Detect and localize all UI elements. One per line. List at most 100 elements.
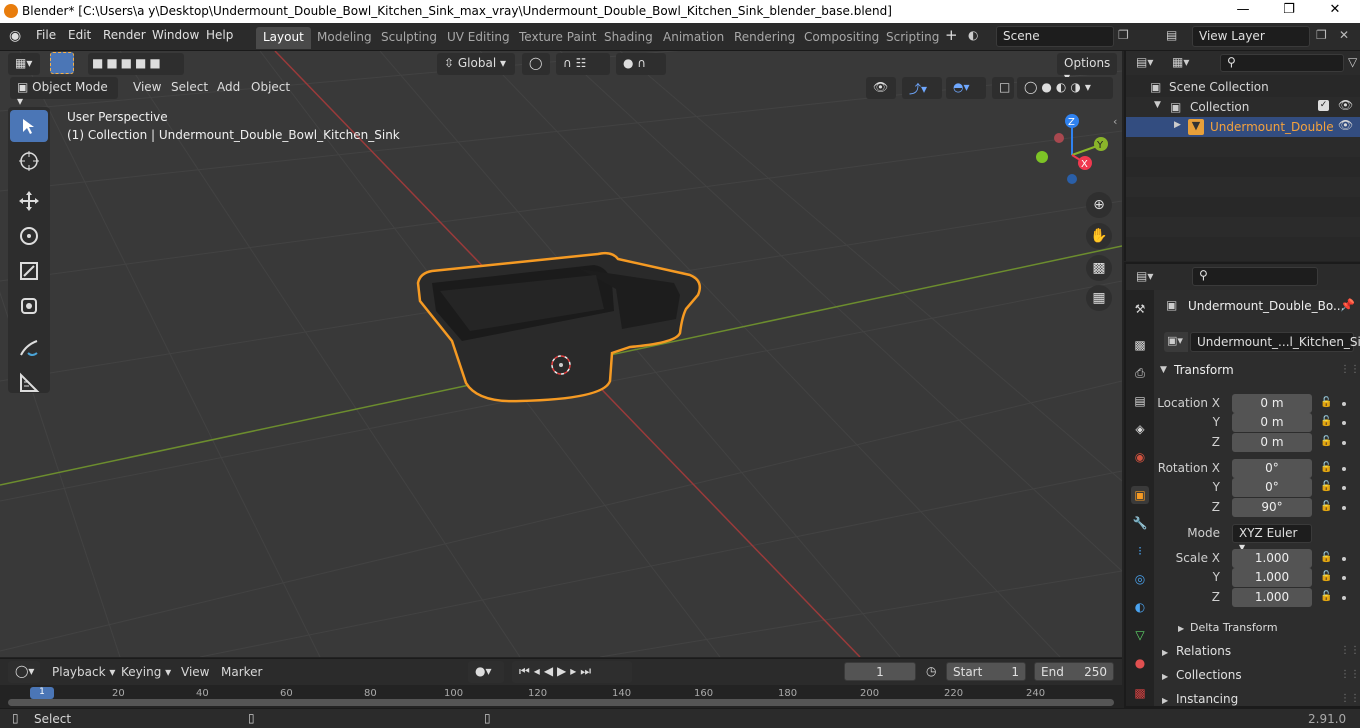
output-tab-icon[interactable]: ⎙ (1131, 364, 1149, 382)
transform-chevron-down-icon[interactable]: ▼ (1160, 365, 1167, 375)
viewport-menu-add[interactable]: Add (210, 77, 247, 99)
chevron-down-icon[interactable]: ▼ (1154, 100, 1161, 110)
frame-indicator[interactable]: 1 (30, 687, 54, 699)
remove-view-layer-icon[interactable]: ✕ (1339, 28, 1349, 42)
view-layer-field[interactable]: View Layer (1192, 26, 1310, 47)
keyframe-dot-icon[interactable] (1342, 421, 1346, 425)
drag-handle-icon[interactable]: ⋮⋮ (1340, 645, 1360, 656)
rotate-tool-icon[interactable] (10, 220, 48, 252)
view-layer-icon[interactable]: ▤ (1166, 28, 1177, 42)
keyframe-dot-icon[interactable] (1342, 402, 1346, 406)
clock-icon[interactable]: ◷ (926, 664, 936, 678)
viewport-menu-select[interactable]: Select (164, 77, 215, 99)
object-tab-icon[interactable]: ▣ (1131, 486, 1149, 504)
sidebar-toggle-icon[interactable]: ‹ (1113, 115, 1117, 128)
world-tab-icon[interactable]: ◉ (1131, 448, 1149, 466)
chevron-right-icon[interactable]: ▶ (1162, 672, 1168, 681)
outliner-editor-icon[interactable]: ▤▾ (1136, 55, 1153, 69)
delta-transform-header[interactable]: Delta Transform (1190, 621, 1278, 634)
lock-icon[interactable]: 🔓 (1320, 436, 1332, 447)
add-workspace-icon[interactable]: + (945, 26, 958, 44)
outliner-row-object[interactable]: ▶ ▼ Undermount_Double 👁 (1126, 117, 1360, 137)
outliner-search-input[interactable]: ⚲ (1220, 54, 1344, 72)
render-tab-icon[interactable]: ▩ (1131, 336, 1149, 354)
menu-help[interactable]: Help (206, 28, 233, 42)
keyframe-dot-icon[interactable] (1342, 596, 1346, 600)
current-frame-field[interactable]: 1 (844, 662, 916, 681)
pan-hand-icon[interactable]: ✋ (1086, 223, 1112, 249)
viewport-menu-object[interactable]: Object (244, 77, 297, 99)
collections-header[interactable]: Collections (1176, 668, 1242, 682)
properties-editor-icon[interactable]: ▤▾ (1136, 269, 1153, 283)
keyframe-dot-icon[interactable] (1342, 506, 1346, 510)
tab-uv-editing[interactable]: UV Editing (440, 27, 517, 49)
menu-window[interactable]: Window (152, 28, 199, 42)
data-tab-icon[interactable]: ▽ (1131, 626, 1149, 644)
checkbox-icon[interactable]: ✓ (1318, 100, 1329, 111)
menu-render[interactable]: Render (103, 28, 146, 42)
tab-texture-paint[interactable]: Texture Paint (512, 27, 603, 49)
playback-menu[interactable]: Playback ▾ (52, 665, 115, 679)
lock-icon[interactable]: 🔓 (1320, 397, 1332, 408)
scene-tab-icon[interactable]: ◈ (1131, 420, 1149, 438)
outliner-row-scene-collection[interactable]: ▣ Scene Collection (1126, 77, 1360, 97)
properties-search-input[interactable]: ⚲ (1192, 267, 1318, 286)
object-mode-select[interactable]: ▣ Object Mode ▾ (10, 77, 118, 108)
tab-animation[interactable]: Animation (656, 27, 731, 49)
new-view-layer-icon[interactable]: ❐ (1316, 28, 1327, 42)
relations-header[interactable]: Relations (1176, 644, 1231, 658)
close-button[interactable]: ✕ (1312, 2, 1358, 22)
material-tab-icon[interactable]: ● (1131, 654, 1149, 672)
viewport-menu-view[interactable]: View (126, 77, 168, 99)
3d-viewport[interactable]: ▦▾ ■■■■■ ⇳ Global ▾ ◯ ∩ ☷ ● ∩ Options ▾ … (0, 51, 1122, 657)
annotate-tool-icon[interactable] (10, 332, 48, 364)
move-tool-icon[interactable] (10, 185, 48, 217)
rotation-x-field[interactable]: 0° (1232, 459, 1312, 478)
xray-toggle-icon[interactable]: □ (992, 77, 1014, 99)
scene-icon[interactable]: ◐ (968, 28, 978, 42)
gizmo-toggle-icon[interactable]: ⤴▾ (902, 77, 942, 99)
display-mode-icon[interactable]: ▦▾ (1172, 55, 1189, 69)
start-frame-field[interactable]: Start 1 (946, 662, 1026, 681)
tab-shading[interactable]: Shading (597, 27, 660, 49)
lock-icon[interactable]: 🔓 (1320, 591, 1332, 602)
tab-rendering[interactable]: Rendering (727, 27, 802, 49)
menu-edit[interactable]: Edit (68, 28, 91, 42)
lock-icon[interactable]: 🔓 (1320, 481, 1332, 492)
rotation-y-field[interactable]: 0° (1232, 478, 1312, 497)
scale-z-field[interactable]: 1.000 (1232, 588, 1312, 607)
keyframe-dot-icon[interactable] (1342, 576, 1346, 580)
shading-mode-icons[interactable]: ◯●◐◑▾ (1017, 77, 1113, 99)
particles-tab-icon[interactable]: ⁝ (1131, 542, 1149, 560)
lock-icon[interactable]: 🔓 (1320, 571, 1332, 582)
zoom-icon[interactable]: ⊕ (1086, 192, 1112, 218)
perspective-grid-icon[interactable]: ▦ (1086, 285, 1112, 311)
tool-settings-tab-icon[interactable]: ⚒ (1131, 300, 1149, 318)
transform-orientation-select[interactable]: ⇳ Global ▾ (437, 53, 515, 75)
transform-tool-icon[interactable] (10, 290, 48, 322)
overlay-toggle-icon[interactable]: ◓▾ (946, 77, 986, 99)
tab-layout[interactable]: Layout (256, 27, 311, 49)
texture-tab-icon[interactable]: ▩ (1131, 684, 1149, 702)
options-dropdown[interactable]: Options ▾ (1057, 53, 1117, 84)
lock-icon[interactable]: 🔓 (1320, 552, 1332, 563)
location-z-field[interactable]: 0 m (1232, 433, 1312, 452)
location-x-field[interactable]: 0 m (1232, 394, 1312, 413)
scale-tool-icon[interactable] (10, 255, 48, 287)
chevron-right-icon[interactable]: ▶ (1178, 624, 1184, 633)
constraints-tab-icon[interactable]: ◐ (1131, 598, 1149, 616)
keyframe-dot-icon[interactable] (1342, 486, 1346, 490)
select-box-icon[interactable] (50, 52, 74, 74)
timeline-editor-icon[interactable]: ◯▾ (8, 661, 40, 683)
keying-menu[interactable]: Keying ▾ (121, 665, 171, 679)
navigation-gizmo[interactable]: Z Y X (1030, 111, 1120, 191)
keyframe-dot-icon[interactable] (1342, 467, 1346, 471)
instancing-header[interactable]: Instancing (1176, 692, 1238, 706)
chevron-right-icon[interactable]: ▶ (1162, 648, 1168, 657)
tab-modeling[interactable]: Modeling (310, 27, 379, 49)
pivot-point-icon[interactable]: ◯ (522, 53, 550, 75)
end-frame-field[interactable]: End 250 (1034, 662, 1114, 681)
blender-menu-icon[interactable]: ◉ (9, 28, 27, 46)
physics-tab-icon[interactable]: ◎ (1131, 570, 1149, 588)
tab-compositing[interactable]: Compositing (797, 27, 886, 49)
